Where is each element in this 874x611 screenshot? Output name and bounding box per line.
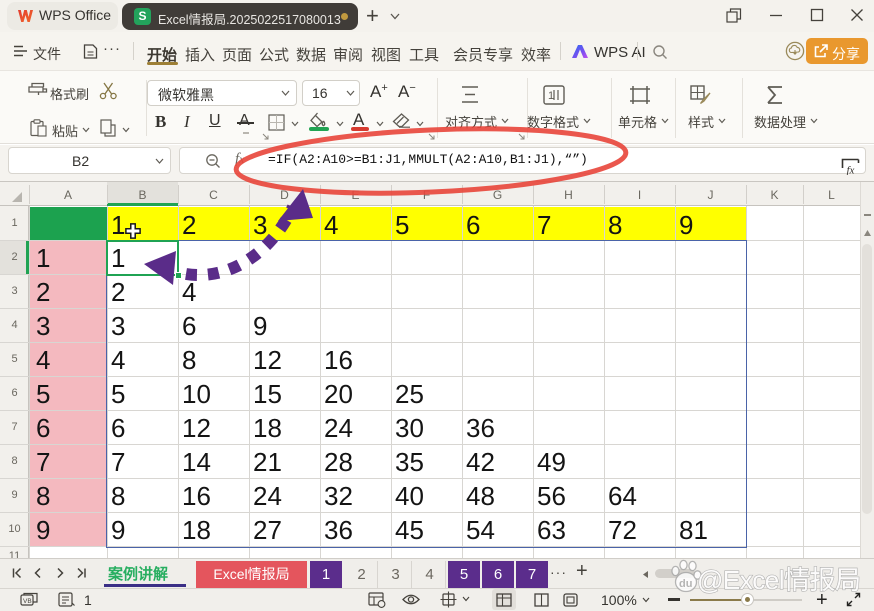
svg-text:fx: fx: [847, 165, 855, 176]
svg-text:VB: VB: [23, 598, 32, 605]
svg-text:1: 1: [548, 90, 554, 102]
